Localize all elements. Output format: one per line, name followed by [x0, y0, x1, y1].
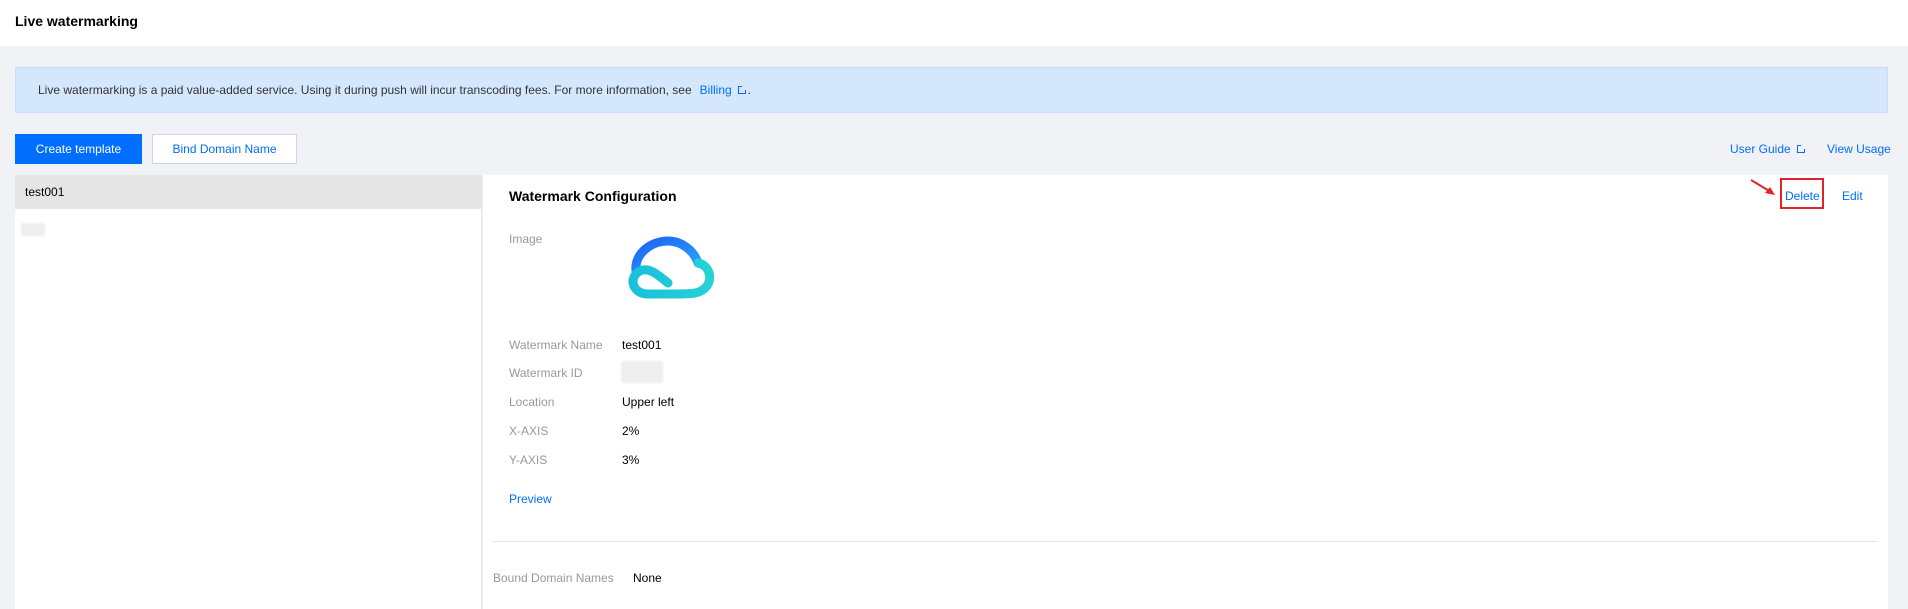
redacted-block — [21, 223, 45, 236]
arrow-pointer-icon — [1750, 179, 1775, 195]
template-list-item[interactable]: test001 — [15, 175, 481, 209]
watermark-id-label: Watermark ID — [509, 366, 583, 380]
external-link-icon — [1796, 144, 1806, 153]
bind-domain-name-button[interactable]: Bind Domain Name — [152, 134, 297, 164]
x-axis-label: X-AXIS — [509, 424, 549, 438]
x-axis-value: 2% — [622, 424, 640, 438]
watermark-name-label: Watermark Name — [509, 338, 603, 352]
billing-link[interactable]: Billing — [700, 83, 732, 97]
watermark-name-value: test001 — [622, 338, 662, 352]
delete-button[interactable]: Delete — [1785, 189, 1820, 203]
template-list-item-label: test001 — [25, 185, 65, 199]
y-axis-value: 3% — [622, 453, 640, 467]
view-usage-link[interactable]: View Usage — [1827, 142, 1891, 156]
template-list: test001 — [15, 175, 482, 609]
bound-domain-names-value: None — [633, 571, 662, 585]
user-guide-link[interactable]: User Guide — [1730, 142, 1806, 156]
page-title: Live watermarking — [15, 13, 138, 29]
y-axis-label: Y-AXIS — [509, 453, 548, 467]
image-label: Image — [509, 232, 543, 246]
external-link-icon — [737, 85, 747, 94]
page-header: Live watermarking — [0, 0, 1908, 46]
redacted-watermark-id — [621, 361, 663, 383]
create-template-button[interactable]: Create template — [15, 134, 142, 164]
bound-domain-names-label: Bound Domain Names — [493, 571, 614, 585]
watermark-detail-panel: Watermark Configuration Delete Edit Imag… — [483, 175, 1888, 609]
location-value: Upper left — [622, 395, 675, 409]
location-label: Location — [509, 395, 555, 409]
edit-button[interactable]: Edit — [1842, 189, 1863, 203]
notice-text: Live watermarking is a paid value-added … — [38, 83, 692, 97]
billing-notice: Live watermarking is a paid value-added … — [15, 67, 1888, 113]
user-guide-label[interactable]: User Guide — [1730, 142, 1791, 156]
watermark-cloud-image — [628, 236, 715, 299]
preview-link[interactable]: Preview — [509, 492, 552, 506]
section-divider — [493, 541, 1878, 542]
notice-suffix: . — [747, 83, 752, 97]
section-title: Watermark Configuration — [509, 188, 677, 204]
